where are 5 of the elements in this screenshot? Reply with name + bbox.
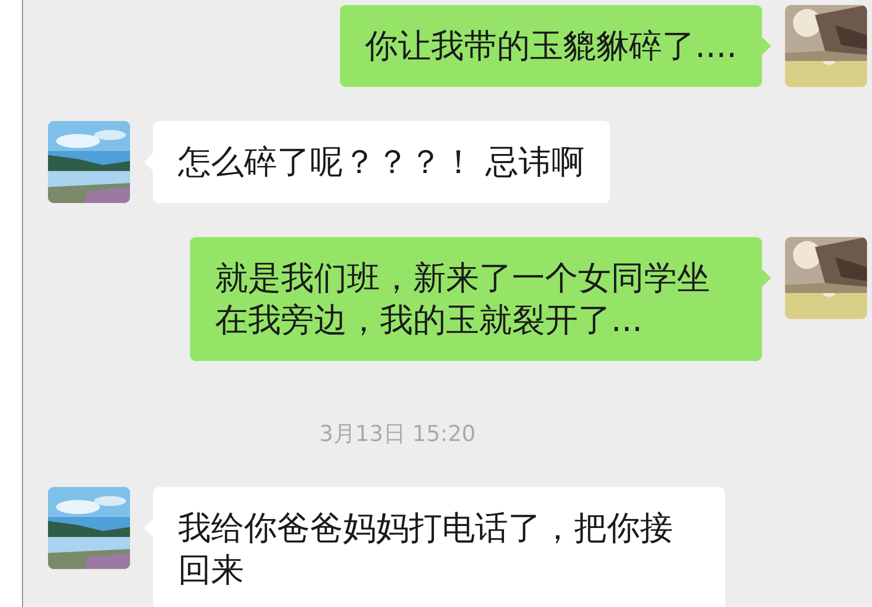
- message-text: 你让我带的玉貔貅碎了....: [365, 26, 737, 65]
- message-text: 就是我们班，新来了一个女同学坐在我旁边，我的玉就裂开了...: [215, 258, 710, 339]
- message-text: 我给你爸爸妈妈打电话了，把你接回来: [178, 508, 673, 589]
- message-text: 怎么碎了呢？？？！ 忌讳啊: [178, 142, 584, 181]
- timestamp: 3月13日 15:20: [319, 421, 476, 449]
